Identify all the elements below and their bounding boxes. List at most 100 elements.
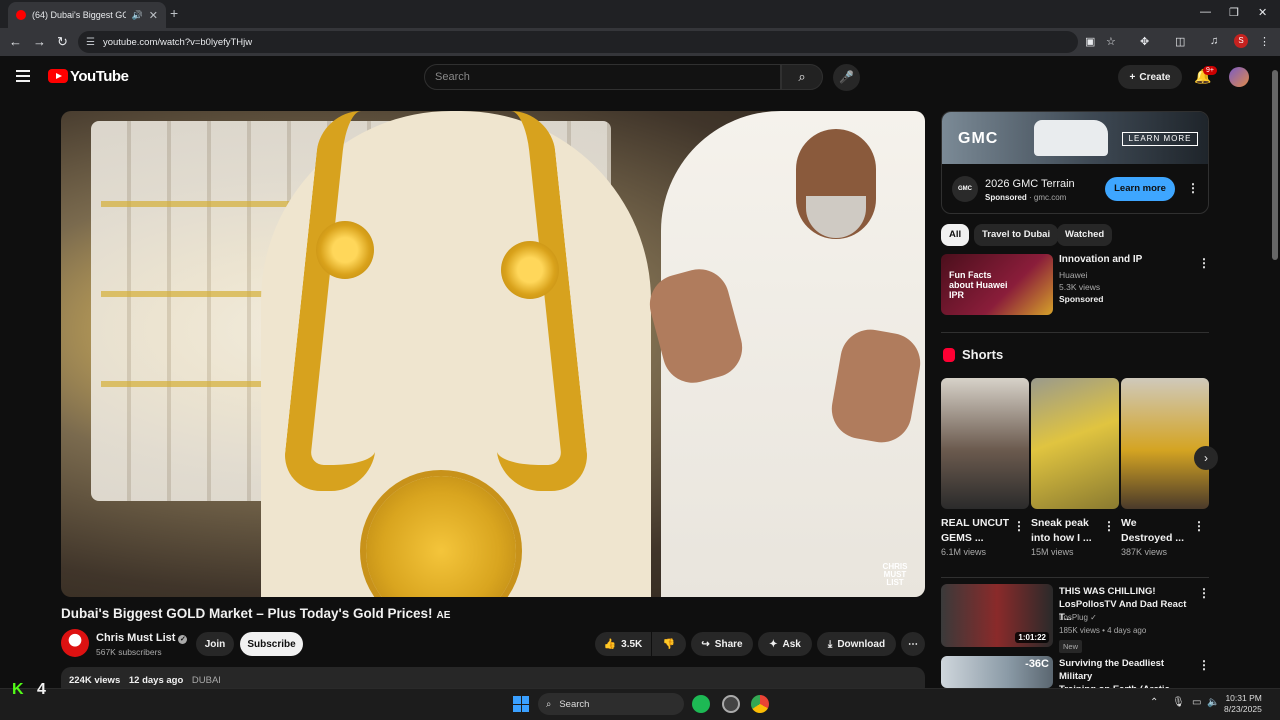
split-view-icon[interactable]: ◫: [1175, 35, 1185, 48]
short-thumbnail[interactable]: [941, 378, 1029, 509]
gold-flower: [316, 221, 374, 279]
notification-count-badge: 9+: [1203, 66, 1217, 75]
channel-avatar[interactable]: [61, 629, 89, 657]
thumbs-up-icon: 👍: [603, 638, 617, 650]
short-thumbnail[interactable]: [1121, 378, 1209, 509]
taskbar-clock[interactable]: 10:31 PM 8/23/2025: [1224, 693, 1262, 715]
scrollbar-thumb[interactable]: [1272, 70, 1278, 260]
hashtag[interactable]: DUBAI: [192, 675, 221, 686]
short-views: 15M views: [1031, 547, 1074, 557]
short-title[interactable]: REAL UNCUT GEMS ...: [941, 516, 1009, 546]
account-avatar[interactable]: [1229, 67, 1249, 87]
verified-icon: ✓: [178, 635, 188, 644]
short-title[interactable]: We Destroyed ...: [1121, 516, 1184, 546]
ad-banner[interactable]: GMC LEARN MORE: [942, 112, 1208, 164]
learn-more-button[interactable]: Learn more: [1105, 177, 1175, 201]
site-info-icon[interactable]: ☰: [86, 37, 95, 48]
minimize-icon[interactable]: —: [1200, 6, 1211, 18]
install-app-icon[interactable]: ▣: [1085, 35, 1095, 48]
short-title-line: Sneak peak: [1031, 517, 1089, 529]
chrome-icon[interactable]: [751, 695, 769, 713]
rec-channel-name[interactable]: LosPlug: [1059, 613, 1088, 622]
ad-banner-cta[interactable]: LEARN MORE: [1122, 132, 1198, 146]
download-button[interactable]: ⤓ Download: [817, 632, 896, 656]
ad-title[interactable]: 2026 GMC Terrain: [985, 178, 1075, 190]
flag-code: AE: [436, 610, 451, 621]
tray-chevron-icon[interactable]: ⌃: [1150, 697, 1158, 708]
voice-search-button[interactable]: 🎤: [833, 64, 860, 91]
tray-display-icon[interactable]: ▭: [1192, 697, 1201, 708]
view-count: 224K views: [69, 675, 121, 686]
youtube-logo-text[interactable]: YouTube: [70, 68, 129, 85]
chevron-right-icon: ›: [1204, 451, 1208, 465]
short-views: 6.1M views: [941, 547, 987, 557]
spotify-icon[interactable]: [692, 695, 710, 713]
short-title-line: GEMS ...: [941, 532, 984, 544]
short-more-icon[interactable]: ⋮: [1103, 519, 1115, 533]
shorts-next-button[interactable]: ›: [1194, 446, 1218, 470]
truck-image: [1034, 120, 1108, 156]
chip-travel-to-dubai[interactable]: Travel to Dubai: [974, 224, 1059, 246]
close-window-icon[interactable]: ✕: [1258, 6, 1267, 19]
search-input[interactable]: Search: [424, 64, 781, 90]
tray-mic-icon[interactable]: 🎙: [1172, 697, 1185, 708]
menu-icon[interactable]: [16, 70, 30, 85]
taskbar-search[interactable]: ⌕ Search: [538, 693, 684, 715]
like-button[interactable]: 👍 3.5K: [595, 632, 651, 656]
chip-watched[interactable]: Watched: [1057, 224, 1113, 246]
short-title-line: REAL UNCUT: [941, 517, 1010, 529]
video-player[interactable]: CHRIS MUST LIST: [61, 111, 925, 597]
gmc-ad-card[interactable]: GMC LEARN MORE GMC 2026 GMC Terrain Spon…: [941, 111, 1209, 214]
youtube-header: YouTube Search ⌕ 🎤 + Create 🔔 9+: [0, 56, 1270, 98]
more-actions-button[interactable]: ⋯: [901, 632, 925, 656]
short-thumbnail[interactable]: [1031, 378, 1119, 509]
share-button[interactable]: ↪ Share: [691, 632, 753, 656]
media-control-icon[interactable]: ♫: [1210, 35, 1218, 47]
join-button[interactable]: Join: [196, 632, 234, 656]
search-button[interactable]: ⌕: [781, 64, 823, 90]
create-button[interactable]: + Create: [1118, 65, 1182, 89]
ad-more-icon[interactable]: ⋮: [1187, 181, 1199, 195]
recommended-video-thumbnail[interactable]: 1:01:22: [941, 584, 1053, 647]
recommended-meta: 185K views • 4 days ago: [1059, 626, 1147, 635]
sponsored-video-title[interactable]: Innovation and IP: [1059, 254, 1142, 265]
youtube-logo-icon[interactable]: [48, 69, 68, 83]
channel-name[interactable]: Chris Must List ✓: [96, 632, 188, 644]
rec-more-icon[interactable]: ⋮: [1198, 586, 1210, 600]
kick-count: 4: [37, 681, 46, 698]
browser-menu-icon[interactable]: ⋮: [1259, 35, 1270, 48]
profile-avatar[interactable]: S: [1234, 34, 1248, 48]
channel-name-text[interactable]: Chris Must List: [96, 632, 175, 644]
new-tab-button[interactable]: +: [170, 5, 178, 21]
search-icon: ⌕: [798, 69, 806, 84]
short-title[interactable]: Sneak peak into how I ...: [1031, 516, 1092, 546]
create-label: Create: [1139, 71, 1171, 83]
ask-button[interactable]: ✦ Ask: [758, 632, 812, 656]
close-tab-icon[interactable]: ✕: [149, 9, 158, 22]
windows-start-icon[interactable]: [513, 696, 529, 712]
sponsored-more-icon[interactable]: ⋮: [1198, 256, 1210, 270]
chip-all[interactable]: All: [941, 224, 970, 246]
app-icon[interactable]: [722, 695, 740, 713]
restore-icon[interactable]: ❐: [1229, 6, 1239, 19]
dislike-button[interactable]: 👎: [652, 632, 686, 656]
address-bar-row: ← → ↻ ☰ youtube.com/watch?v=b0lyefyTHjw …: [0, 28, 1280, 56]
short-more-icon[interactable]: ⋮: [1193, 519, 1205, 533]
subscribe-button[interactable]: Subscribe: [240, 632, 303, 656]
sponsored-video-thumbnail[interactable]: Fun Facts about Huawei IPR: [941, 254, 1053, 315]
short-more-icon[interactable]: ⋮: [1013, 519, 1025, 533]
new-badge: New: [1059, 640, 1083, 653]
divider: [941, 332, 1209, 333]
audio-icon[interactable]: 🔊: [132, 10, 143, 21]
forward-icon[interactable]: →: [33, 34, 46, 49]
back-icon[interactable]: ←: [9, 34, 22, 49]
bookmark-star-icon[interactable]: ☆: [1106, 35, 1116, 48]
reload-icon[interactable]: ↻: [57, 34, 68, 50]
recommended-video-thumbnail[interactable]: -36C: [941, 656, 1053, 688]
rec-more-icon[interactable]: ⋮: [1198, 658, 1210, 672]
browser-tab[interactable]: (64) Dubai's Biggest GOLD 🔊 ✕: [8, 2, 166, 28]
extensions-icon[interactable]: ✥: [1140, 35, 1149, 48]
tray-volume-icon[interactable]: 🔈: [1207, 697, 1219, 708]
url-field[interactable]: ☰ youtube.com/watch?v=b0lyefyTHjw: [78, 31, 1078, 53]
tab-title: (64) Dubai's Biggest GOLD: [32, 10, 126, 20]
